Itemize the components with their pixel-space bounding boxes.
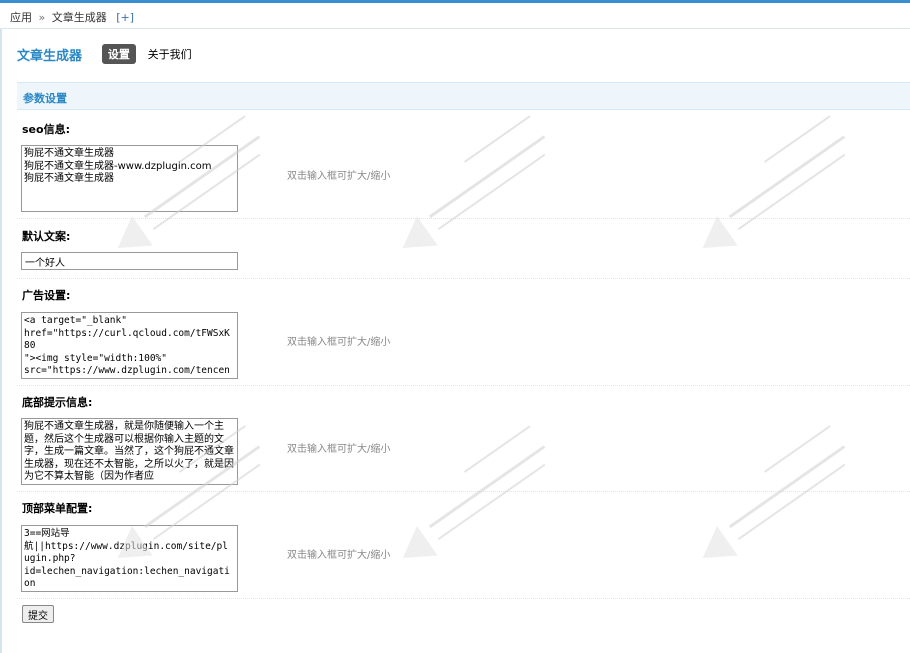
tab-about[interactable]: 关于我们 [148,46,192,62]
row-divider [17,491,910,492]
seo-textarea[interactable] [21,145,238,212]
footer-textarea[interactable] [21,418,238,485]
row-divider [17,278,910,279]
ad-hint: 双击输入框可扩大/缩小 [287,337,391,348]
plugin-title[interactable]: 文章生成器 [17,45,82,64]
ad-textarea[interactable] [21,312,238,379]
top-menu-label: 顶部菜单配置: [22,502,93,515]
footer-hint: 双击输入框可扩大/缩小 [287,444,391,455]
watermark-logo [702,115,846,249]
row-divider [17,218,910,219]
top-menu-textarea[interactable] [21,525,238,592]
submit-button[interactable]: 提交 [22,605,54,623]
breadcrumb-separator: » [38,11,46,24]
ad-label: 广告设置: [22,289,71,302]
row-divider [17,385,910,386]
section-header: 参数设置 [17,82,910,110]
default-text-input[interactable] [21,252,238,270]
default-text-label: 默认文案: [22,230,71,243]
seo-hint: 双击输入框可扩大/缩小 [287,171,391,182]
seo-label: seo信息: [22,123,70,136]
tab-settings[interactable]: 设置 [101,44,136,64]
left-border [0,29,2,653]
plugin-tabs: 文章生成器 设置 关于我们 [17,44,192,64]
add-shortcut-link[interactable]: [+] [116,11,134,24]
row-divider [17,598,910,599]
breadcrumb: 应用 » 文章生成器 [+] [0,3,910,29]
top-menu-hint: 双击输入框可扩大/缩小 [287,550,391,561]
watermark-logo [702,425,846,559]
footer-label: 底部提示信息: [22,396,93,409]
breadcrumb-root[interactable]: 应用 [10,9,32,25]
breadcrumb-current[interactable]: 文章生成器 [52,9,107,25]
